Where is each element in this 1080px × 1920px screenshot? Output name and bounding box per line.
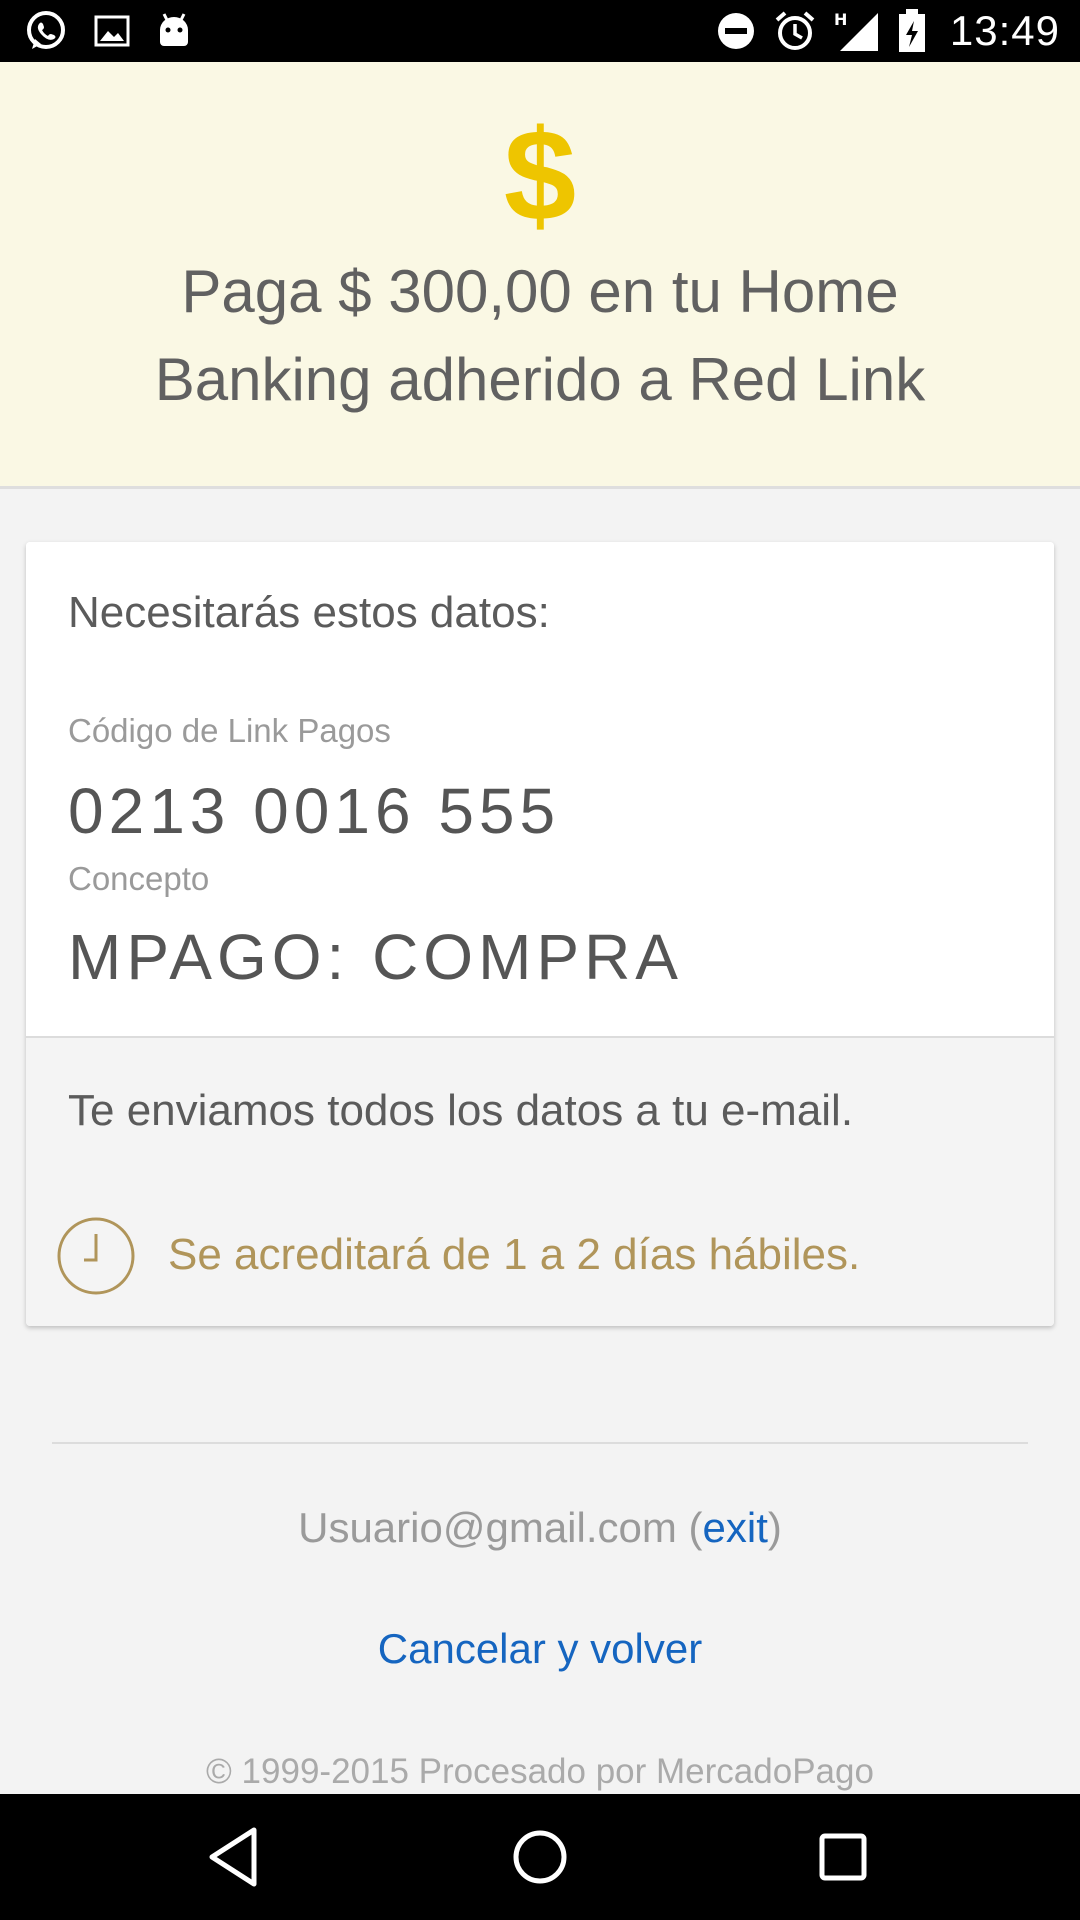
exit-link[interactable]: exit [703, 1504, 768, 1551]
payment-title: Paga $ 300,00 en tu Home Banking adherid… [154, 258, 926, 413]
dollar-icon: $ [503, 102, 577, 248]
clock-icon [57, 1217, 135, 1295]
open-paren: ( [676, 1504, 703, 1551]
copyright-text: © 1999-2015 Procesado por MercadoPago [206, 1752, 874, 1791]
payment-header: $ Paga $ 300,00 en tu Home Banking adher… [0, 62, 1080, 489]
concept-value: MPAGO: COMPRA [68, 921, 683, 993]
close-paren: ) [767, 1504, 782, 1551]
signal-h-icon: H [834, 10, 878, 51]
user-email: Usuario@gmail.com [298, 1504, 677, 1551]
code-value: 0213 0016 555 [68, 775, 561, 847]
network-type-label: H [834, 10, 847, 29]
whatsapp-icon [27, 11, 65, 49]
cancel-container: Cancelar y volver [0, 1625, 1080, 1673]
needs-title: Necesitarás estos datos: [68, 588, 550, 637]
payment-data-section: Necesitarás estos datos: Código de Link … [26, 542, 1054, 1036]
footer-divider [52, 1442, 1028, 1444]
recents-icon[interactable] [808, 1822, 878, 1892]
code-label: Código de Link Pagos [68, 712, 391, 749]
back-icon[interactable] [200, 1822, 270, 1892]
user-account-line: Usuario@gmail.com (exit) [0, 1504, 1080, 1552]
payment-notes-section: Te enviamos todos los datos a tu e-mail.… [26, 1036, 1054, 1326]
payment-info-card: Necesitarás estos datos: Código de Link … [26, 542, 1054, 1326]
do-not-disturb-icon [717, 13, 754, 49]
navigation-bar [0, 1794, 1080, 1920]
status-time: 13:49 [949, 7, 1060, 54]
credit-time-message: Se acreditará de 1 a 2 días hábiles. [168, 1230, 861, 1279]
status-bar: H 13:49 [0, 0, 1080, 62]
cancel-and-return-link[interactable]: Cancelar y volver [378, 1625, 702, 1672]
concept-label: Concepto [68, 860, 210, 897]
image-icon [94, 15, 130, 47]
battery-charging-icon [898, 9, 925, 52]
android-icon [160, 13, 188, 46]
alarm-icon [775, 11, 815, 50]
home-icon[interactable] [505, 1822, 575, 1892]
email-sent-message: Te enviamos todos los datos a tu e-mail. [68, 1086, 854, 1135]
